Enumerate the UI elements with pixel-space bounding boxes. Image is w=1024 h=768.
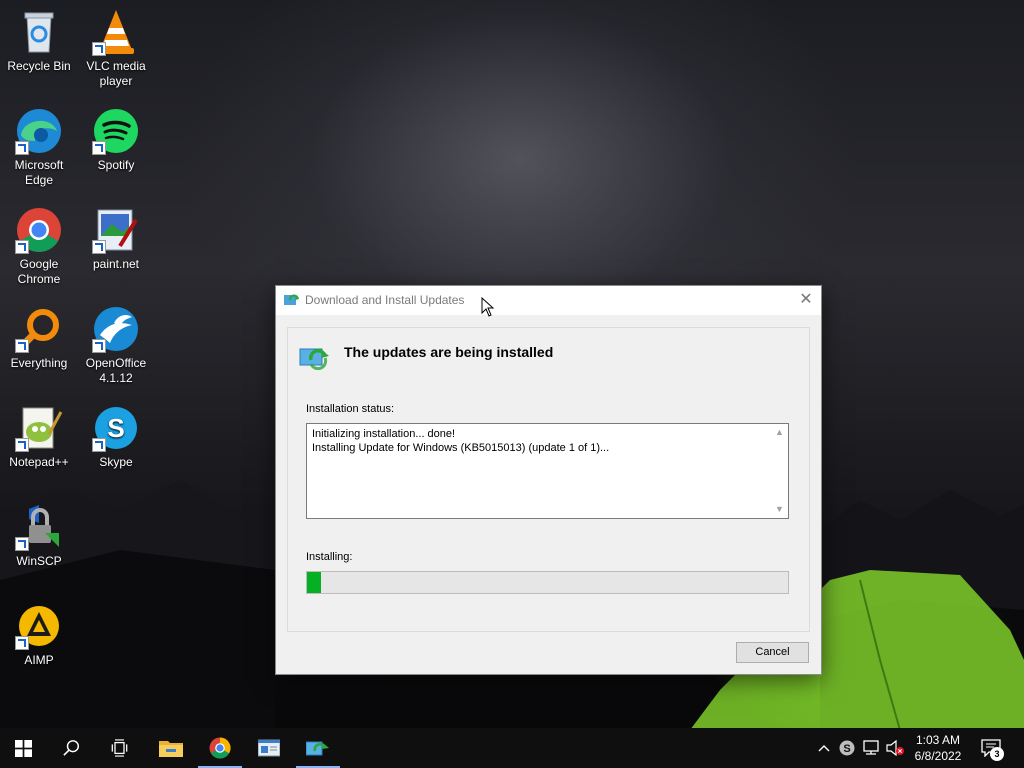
paintnet-icon bbox=[92, 206, 140, 254]
taskbar-download-install-updates[interactable] bbox=[294, 728, 342, 768]
taskbar-windows-update[interactable] bbox=[245, 728, 293, 768]
spotify-icon bbox=[92, 107, 140, 155]
task-view-icon bbox=[111, 739, 128, 757]
show-hidden-icons-button[interactable] bbox=[814, 728, 834, 768]
shortcut-arrow-icon bbox=[15, 537, 29, 551]
desktop-icon-label: Spotify bbox=[97, 158, 135, 172]
close-icon: ✕ bbox=[799, 291, 813, 308]
desktop-icon-winscp[interactable]: WinSCP bbox=[0, 503, 78, 569]
desktop-icon-edge[interactable]: Microsoft Edge bbox=[0, 107, 78, 188]
taskbar-file-explorer[interactable] bbox=[147, 728, 195, 768]
desktop-icon-label: OpenOffice 4.1.12 bbox=[85, 356, 147, 385]
taskbar: S 1:03 AM 6/8/2022 3 bbox=[0, 728, 1024, 768]
windows-update-icon bbox=[284, 294, 299, 305]
tray-volume[interactable] bbox=[884, 728, 906, 768]
windows-logo-icon bbox=[15, 740, 32, 757]
start-button[interactable] bbox=[0, 728, 48, 768]
windows-update-icon bbox=[306, 741, 329, 756]
update-window-icon bbox=[258, 739, 280, 757]
desktop-icon-vlc[interactable]: VLC media player bbox=[77, 8, 155, 89]
desktop-icon-label: WinSCP bbox=[16, 554, 62, 568]
status-line: Initializing installation... done! bbox=[312, 428, 456, 440]
cancel-button[interactable]: Cancel bbox=[736, 642, 809, 663]
clock-date: 6/8/2022 bbox=[914, 749, 962, 763]
shortcut-arrow-icon bbox=[15, 240, 29, 254]
tray-network[interactable] bbox=[860, 728, 882, 768]
shortcut-arrow-icon bbox=[15, 636, 29, 650]
volume-muted-icon bbox=[886, 740, 904, 756]
recycle-bin-icon bbox=[15, 8, 63, 56]
search-button[interactable] bbox=[48, 728, 96, 768]
desktop-icon-spotify[interactable]: Spotify bbox=[77, 107, 155, 173]
shortcut-arrow-icon bbox=[92, 339, 106, 353]
mouse-cursor-icon bbox=[481, 297, 495, 317]
desktop-icon-label: Skype bbox=[99, 455, 133, 469]
desktop-icon-recycle-bin[interactable]: Recycle Bin bbox=[0, 8, 78, 74]
scroll-down-icon[interactable]: ▼ bbox=[775, 505, 784, 514]
everything-icon bbox=[15, 305, 63, 353]
skype-icon: S bbox=[92, 404, 140, 452]
install-progress-bar bbox=[306, 571, 789, 594]
dialog-title: Download and Install Updates bbox=[305, 293, 465, 307]
desktop-icon-label: Google Chrome bbox=[17, 257, 61, 286]
svg-text:S: S bbox=[843, 743, 850, 755]
openoffice-icon bbox=[92, 305, 140, 353]
chrome-icon bbox=[15, 206, 63, 254]
desktop-icon-aimp[interactable]: AIMP bbox=[0, 602, 78, 668]
desktop-icon-label: Everything bbox=[10, 356, 68, 370]
desktop-icon-paintnet[interactable]: paint.net bbox=[77, 206, 155, 272]
download-install-updates-dialog: Download and Install Updates ✕ The updat… bbox=[275, 285, 822, 675]
desktop-icon-label: Microsoft Edge bbox=[14, 158, 64, 187]
desktop-icon-notepadpp[interactable]: Notepad++ bbox=[0, 404, 78, 470]
shortcut-arrow-icon bbox=[15, 438, 29, 452]
winscp-icon bbox=[15, 503, 63, 551]
notification-count-badge: 3 bbox=[990, 747, 1004, 761]
chevron-up-icon bbox=[818, 745, 830, 752]
desktop-icon-chrome[interactable]: Google Chrome bbox=[0, 206, 78, 287]
installation-status-box[interactable]: Initializing installation... done! Insta… bbox=[306, 423, 789, 519]
chrome-icon bbox=[209, 737, 231, 759]
desktop-icon-openoffice[interactable]: OpenOffice 4.1.12 bbox=[77, 305, 155, 386]
updates-installing-icon bbox=[299, 348, 329, 370]
folder-icon bbox=[159, 741, 183, 757]
installation-status-label: Installation status: bbox=[306, 403, 395, 415]
desktop-icon-label: Notepad++ bbox=[9, 455, 69, 469]
desktop-icon-label: AIMP bbox=[24, 653, 54, 667]
shortcut-arrow-icon bbox=[92, 240, 106, 254]
shortcut-arrow-icon bbox=[92, 438, 106, 452]
scroll-up-icon[interactable]: ▲ bbox=[775, 428, 784, 437]
taskbar-clock[interactable]: 1:03 AM 6/8/2022 bbox=[906, 732, 970, 764]
shortcut-arrow-icon bbox=[92, 141, 106, 155]
task-view-button[interactable] bbox=[96, 728, 144, 768]
aimp-icon bbox=[15, 602, 63, 650]
progress-fill bbox=[307, 572, 322, 593]
shortcut-arrow-icon bbox=[92, 42, 106, 56]
dialog-titlebar[interactable]: Download and Install Updates ✕ bbox=[276, 286, 821, 315]
skype-tray-icon: S bbox=[839, 740, 855, 756]
desktop-icon-label: VLC media player bbox=[86, 59, 146, 88]
desktop-icon-label: paint.net bbox=[92, 257, 140, 271]
edge-icon bbox=[15, 107, 63, 155]
action-center-button[interactable]: 3 bbox=[980, 738, 1004, 761]
clock-time: 1:03 AM bbox=[915, 733, 961, 747]
notepadpp-icon bbox=[15, 404, 63, 452]
shortcut-arrow-icon bbox=[15, 141, 29, 155]
vertical-scrollbar[interactable]: ▲ ▼ bbox=[771, 424, 788, 518]
svg-text:S: S bbox=[107, 413, 124, 443]
shortcut-arrow-icon bbox=[15, 339, 29, 353]
vlc-icon bbox=[92, 8, 140, 56]
close-button[interactable]: ✕ bbox=[791, 286, 821, 315]
dialog-heading: The updates are being installed bbox=[344, 344, 554, 360]
network-icon bbox=[863, 740, 879, 755]
tray-skype[interactable]: S bbox=[836, 728, 858, 768]
progress-label: Installing: bbox=[306, 551, 353, 563]
dialog-content-panel: The updates are being installed Installa… bbox=[287, 327, 810, 632]
desktop-icon-skype[interactable]: S Skype bbox=[77, 404, 155, 470]
desktop-icon-everything[interactable]: Everything bbox=[0, 305, 78, 371]
taskbar-chrome[interactable] bbox=[196, 728, 244, 768]
status-line: Installing Update for Windows (KB5015013… bbox=[312, 442, 610, 454]
search-icon bbox=[63, 740, 80, 756]
desktop-icon-label: Recycle Bin bbox=[7, 59, 71, 73]
